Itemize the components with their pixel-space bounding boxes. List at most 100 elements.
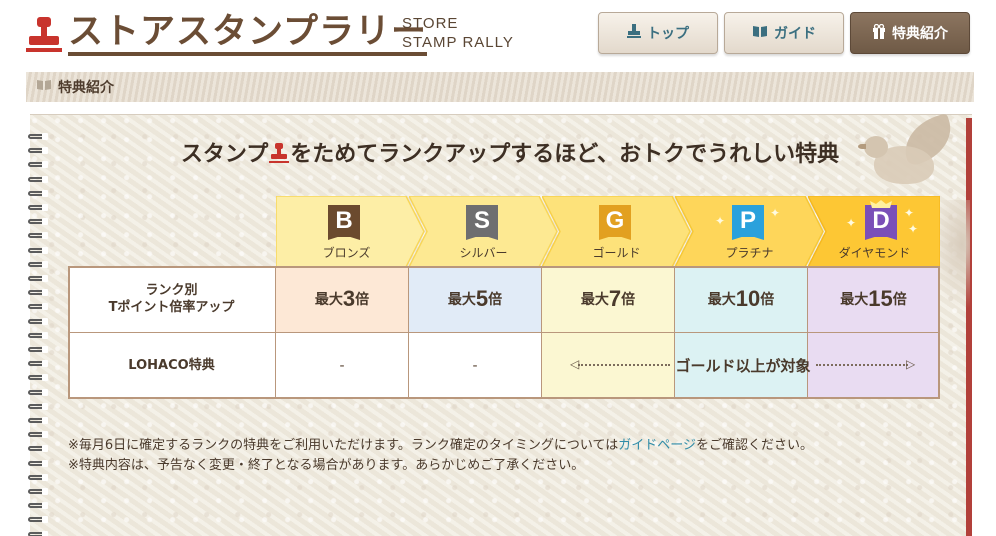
rank-name-platinum: プラチナ: [725, 246, 774, 260]
headline-part1: スタンプ: [180, 142, 269, 167]
sparkle-icon: ✦: [846, 216, 857, 230]
nav-top-label: トップ: [647, 26, 689, 42]
binding-ring: [28, 345, 48, 354]
sparkle-icon: ✦: [908, 222, 919, 236]
nav-top-button[interactable]: トップ: [598, 12, 718, 54]
multiplier-gold: 最大 7 倍: [542, 266, 675, 333]
multiplier-suffix: 倍: [892, 292, 907, 308]
guide-page-link[interactable]: ガイドページ: [618, 438, 696, 453]
binding-ring: [28, 444, 48, 453]
rank-name-bronze: ブロンズ: [322, 246, 371, 260]
multiplier-diamond: 最大 15 倍: [808, 266, 940, 333]
multiplier-number: 7: [608, 286, 622, 311]
binding-ring: [28, 302, 48, 311]
rank-diamond: D ✦ ✦ ✦ ダイヤモンド: [808, 196, 940, 267]
book-icon: [752, 25, 768, 42]
crown-icon: [870, 200, 892, 208]
gold-plus-label: ゴールド以上が対象: [675, 356, 811, 375]
multiplier-number: 10: [735, 286, 761, 311]
site-subtitle: STORE STAMP RALLY: [402, 14, 514, 52]
binding-ring: [28, 373, 48, 382]
binding-ring: [28, 359, 48, 368]
binding-ring: [28, 189, 48, 198]
multiplier-prefix: 最大: [314, 292, 343, 308]
binding-ring: [28, 203, 48, 212]
arrow-right-icon: ▷: [906, 357, 916, 371]
multiplier-suffix: 倍: [488, 292, 503, 308]
rank-header: B ブロンズ S シルバー G ゴールド P ✦ ✦ プラチナ D ✦ ✦ ✦ …: [276, 196, 940, 267]
site-title: ストアスタンプラリー: [68, 12, 427, 56]
multiplier-prefix: 最大: [707, 292, 736, 308]
binding-ring: [28, 160, 48, 169]
headline: スタンプ をためてランクアップするほど、おトクでうれしい特典: [150, 136, 870, 168]
nav-guide-button[interactable]: ガイド: [724, 12, 844, 54]
stamp-icon: [269, 142, 290, 164]
binding-ring: [28, 430, 48, 439]
binding-ring: [28, 388, 48, 397]
binding-ring: [28, 217, 48, 226]
multiplier-number: 15: [868, 286, 893, 311]
binding-ring: [28, 175, 48, 184]
multiplier-platinum: 最大 10 倍: [675, 266, 808, 333]
section-title: 特典紹介: [58, 80, 114, 96]
arrow-left-icon: ◁: [570, 357, 580, 371]
binding-ring: [28, 146, 48, 155]
binding-ring: [28, 459, 48, 468]
nav-benefits-label: 特典紹介: [892, 26, 948, 42]
binding-ring: [28, 246, 48, 255]
sparkle-icon: ✦: [770, 206, 781, 220]
stamp-icon: [627, 24, 641, 42]
gift-icon: [872, 23, 886, 43]
row-header-multiplier-line1: ランク別: [145, 283, 198, 298]
nav-guide-label: ガイド: [774, 26, 816, 42]
binding-ring: [28, 501, 48, 510]
site-subtitle-line1: STORE: [402, 15, 459, 32]
multiplier-number: 5: [475, 286, 489, 311]
header: ストアスタンプラリー STORE STAMP RALLY トップ ガイド 特典紹…: [0, 0, 996, 68]
sparkle-icon: ✦: [715, 214, 726, 228]
gold-plus-indicator: ◁ ▷ ゴールド以上が対象: [568, 352, 918, 378]
rank-silver: S シルバー: [409, 196, 559, 267]
lohaco-bronze: -: [276, 333, 409, 399]
site-subtitle-line2: STAMP RALLY: [402, 34, 514, 51]
multiplier-number: 3: [342, 286, 356, 311]
multiplier-suffix: 倍: [760, 292, 775, 308]
binding-ring: [28, 473, 48, 482]
binding-ring: [28, 274, 48, 283]
headline-part2: をためてランクアップするほど、おトクでうれしい特典: [290, 142, 840, 167]
rank-name-diamond: ダイヤモンド: [838, 246, 911, 260]
section-header: 特典紹介: [26, 72, 974, 102]
note-1-text: ※毎月6日に確定するランクの特典をご利用いただけます。ランク確定のタイミングにつ…: [68, 438, 619, 453]
multiplier-suffix: 倍: [355, 292, 370, 308]
note-1: ※毎月6日に確定するランクの特典をご利用いただけます。ランク確定のタイミングにつ…: [68, 436, 813, 456]
book-icon: [36, 79, 52, 95]
binding-ring: [28, 132, 48, 141]
multiplier-bronze: 最大 3 倍: [276, 266, 409, 333]
multiplier-silver: 最大 5 倍: [409, 266, 542, 333]
nav-benefits-button[interactable]: 特典紹介: [850, 12, 970, 54]
binding-ring: [28, 288, 48, 297]
note-1-text-end: をご確認ください。: [695, 438, 813, 453]
rank-bronze: B ブロンズ: [276, 196, 426, 267]
rank-gold: G ゴールド: [542, 196, 692, 267]
rank-platinum: P ✦ ✦ プラチナ: [675, 196, 825, 267]
row-header-multiplier: ランク別 Tポイント倍率アップ: [68, 266, 276, 333]
stamp-icon: [26, 15, 62, 53]
site-logo[interactable]: ストアスタンプラリー: [26, 12, 427, 56]
notes: ※毎月6日に確定するランクの特典をご利用いただけます。ランク確定のタイミングにつ…: [68, 436, 813, 476]
binding-ring: [28, 416, 48, 425]
binding-ring: [28, 260, 48, 269]
binding-ring: [28, 402, 48, 411]
sparkle-icon: ✦: [904, 206, 915, 220]
binding-ring: [28, 331, 48, 340]
binding-ring: [28, 231, 48, 240]
lohaco-silver: -: [409, 333, 542, 399]
multiplier-prefix: 最大: [447, 292, 476, 308]
row-header-multiplier-line2: Tポイント倍率アップ: [108, 300, 235, 315]
binding-ring: [28, 515, 48, 524]
row-header-lohaco: LOHACO特典: [68, 333, 276, 399]
multiplier-suffix: 倍: [621, 292, 636, 308]
note-2: ※特典内容は、予告なく変更・終了となる場合があります。あらかじめご了承ください。: [68, 458, 585, 473]
rank-name-gold: ゴールド: [592, 246, 641, 260]
multiplier-prefix: 最大: [580, 292, 609, 308]
